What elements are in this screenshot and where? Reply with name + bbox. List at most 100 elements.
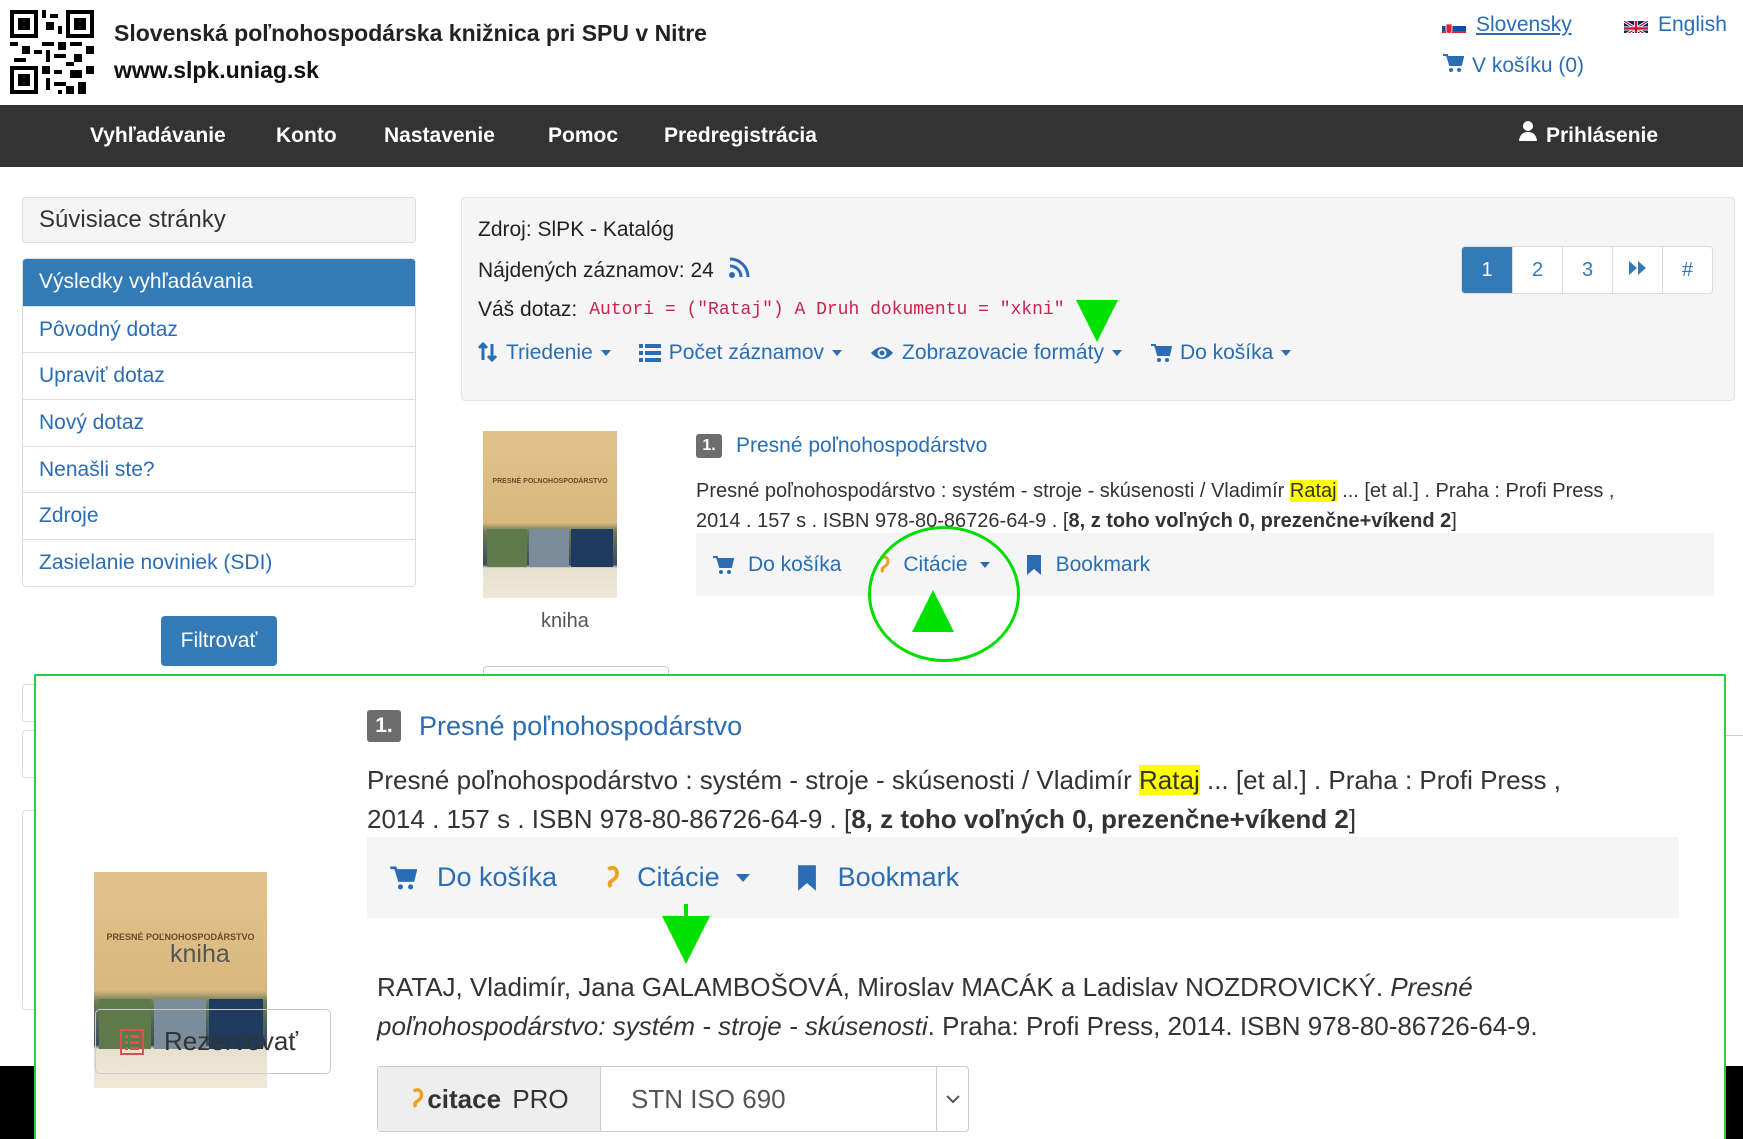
citations-dropdown[interactable]: Citácie — [603, 862, 750, 893]
result-title-link[interactable]: Presné poľnohospodárstvo — [736, 434, 987, 458]
sidebar-item-new-query[interactable]: Nový dotaz — [23, 399, 415, 446]
add-to-cart-button[interactable]: Do košíka — [389, 862, 557, 893]
sidebar-item-edit-query[interactable]: Upraviť dotaz — [23, 352, 415, 399]
eye-icon — [871, 347, 894, 359]
citation-text[interactable]: RATAJ, Vladimír, Jana GALAMBOŠOVÁ, Miros… — [377, 968, 1707, 1046]
display-formats-dropdown[interactable]: Zobrazovacie formáty — [870, 341, 1122, 365]
add-to-cart-label: Do košíka — [437, 862, 558, 892]
citations-label: Citácie — [637, 862, 720, 892]
citation-style-select[interactable]: STN ISO 690 — [601, 1067, 936, 1131]
sidebar-menu: Výsledky vyhľadávania Pôvodný dotaz Upra… — [22, 258, 416, 587]
result-title-link-zoomed[interactable]: Presné poľnohospodárstvo — [419, 711, 742, 742]
divider — [1726, 735, 1743, 736]
sidebar-item-original-query[interactable]: Pôvodný dotaz — [23, 305, 415, 353]
language-english-link[interactable]: English — [1624, 13, 1727, 37]
bookmark-label: Bookmark — [837, 862, 960, 892]
nav-help[interactable]: Pomoc — [548, 105, 618, 167]
citation-style-selector: citace PRO STN ISO 690 — [377, 1066, 969, 1132]
login-link[interactable]: Prihlásenie — [1518, 105, 1658, 167]
caret-down-icon — [600, 350, 611, 356]
bookmark-button[interactable]: Bookmark — [1026, 552, 1151, 577]
language-slovak-link[interactable]: Slovensky — [1442, 13, 1572, 37]
description-text: ] — [1451, 510, 1457, 532]
fast-forward-icon — [1628, 261, 1646, 275]
cart-icon — [713, 555, 734, 574]
page-3[interactable]: 3 — [1562, 247, 1612, 293]
bookmark-label: Bookmark — [1055, 552, 1151, 576]
library-name: Slovenská poľnohospodárska knižnica pri … — [114, 20, 707, 46]
result-number: 1. — [696, 434, 722, 458]
result-toolbar: Triedenie Počet záznamov Zobrazovacie fo… — [478, 341, 1292, 365]
page-jump[interactable]: # — [1662, 247, 1712, 293]
add-to-cart-dropdown[interactable]: Do košíka — [1150, 341, 1292, 365]
caret-down-icon — [832, 350, 843, 356]
nav-preregistration[interactable]: Predregistrácia — [664, 105, 817, 167]
sidebar-item-search-results[interactable]: Výsledky vyhľadávania — [23, 259, 415, 306]
main-navbar: Vyhľadávanie Konto Nastavenie Pomoc Pred… — [0, 105, 1743, 167]
page-1[interactable]: 1 — [1462, 247, 1512, 293]
description-text: Presné poľnohospodárstvo : systém - stro… — [696, 480, 1285, 502]
panel-edge — [22, 730, 34, 778]
description-text: 2014 . 157 s . ISBN 978-80-86726-64-9 . … — [367, 804, 852, 834]
nav-account[interactable]: Konto — [276, 105, 337, 167]
reserve-button[interactable]: Rezervovať — [95, 1009, 331, 1074]
citace-pro-suffix: PRO — [512, 1083, 569, 1114]
cart-icon — [390, 866, 417, 889]
nav-settings[interactable]: Nastavenie — [384, 105, 495, 167]
filter-button[interactable]: Filtrovať — [161, 616, 277, 666]
cart-link[interactable]: V košíku (0) — [1442, 53, 1584, 79]
panel-edge — [22, 684, 34, 722]
sidebar-item-not-found[interactable]: Nenašli ste? — [23, 445, 415, 493]
login-label: Prihlásenie — [1546, 124, 1659, 147]
sort-icon — [478, 342, 498, 363]
rss-icon[interactable] — [728, 257, 750, 285]
result-title-row-zoomed: 1. Presné poľnohospodárstvo — [367, 710, 742, 742]
result-number: 1. — [367, 710, 401, 742]
caret-down-icon — [1281, 350, 1292, 356]
reserve-label: Rezervovať — [164, 1026, 299, 1056]
result-description: Presné poľnohospodárstvo : systém - stro… — [696, 476, 1706, 536]
language-slovak-label: Slovensky — [1476, 13, 1572, 36]
result-description-zoomed: Presné poľnohospodárstvo : systém - stro… — [367, 761, 1707, 839]
uk-flag-icon — [1624, 18, 1648, 33]
records-found-label: Nájdených záznamov: 24 — [478, 259, 714, 282]
sidebar-item-sdi[interactable]: Zasielanie noviniek (SDI) — [23, 539, 415, 586]
citace-brand: citace — [427, 1083, 502, 1114]
dropdown-toggle[interactable] — [936, 1067, 968, 1131]
annotation-arrow-down-zoomed — [662, 916, 710, 964]
records-found: Nájdených záznamov: 24 — [478, 257, 750, 285]
page-forward[interactable] — [1612, 247, 1662, 293]
sort-dropdown[interactable]: Triedenie — [478, 341, 611, 365]
panel-edge — [22, 810, 34, 1010]
citation-title: Presné — [1390, 972, 1473, 1002]
description-text: Presné poľnohospodárstvo : systém - stro… — [367, 765, 1132, 795]
related-pages-heading: Súvisiace stránky — [22, 197, 416, 243]
page-2[interactable]: 2 — [1512, 247, 1562, 293]
description-text: ] — [1348, 804, 1357, 834]
document-type-zoomed: kniha — [170, 940, 230, 968]
cart-icon — [1150, 344, 1172, 362]
author-highlight: Rataj — [1139, 765, 1200, 795]
annotation-arrow-up — [912, 590, 954, 632]
qr-code-icon — [10, 10, 94, 94]
user-icon — [1518, 105, 1538, 167]
result-title-row: 1. Presné poľnohospodárstvo — [696, 434, 987, 458]
citation-icon — [413, 1088, 424, 1108]
pagination: 1 2 3 # — [1461, 246, 1713, 294]
sidebar-item-sources[interactable]: Zdroje — [23, 492, 415, 539]
nav-search[interactable]: Vyhľadávanie — [90, 105, 226, 167]
book-cover-image[interactable]: PRESNÉ POĽNOHOSPODÁRSTVO — [483, 431, 617, 598]
citation-style-value: STN ISO 690 — [631, 1083, 786, 1114]
bookmark-button[interactable]: Bookmark — [796, 862, 960, 893]
description-text: ... [et al.] . Praha : Profi Press , — [1342, 480, 1615, 502]
citace-pro-logo: citace PRO — [378, 1067, 601, 1131]
add-to-cart-button[interactable]: Do košíka — [712, 553, 841, 577]
page-size-dropdown[interactable]: Počet záznamov — [638, 341, 843, 365]
query-row: Váš dotaz: Autori = ("Rataj") A Druh dok… — [478, 298, 1065, 322]
dark-edge — [0, 1066, 34, 1139]
display-formats-label: Zobrazovacie formáty — [902, 341, 1104, 364]
citation-publisher: . Praha: Profi Press, 2014. ISBN 978-80-… — [927, 1011, 1538, 1041]
description-text: ... [et al.] . Praha : Profi Press , — [1206, 765, 1561, 795]
caret-down-icon — [1111, 350, 1122, 356]
availability-text: 8, z toho voľných 0, prezenčne+víkend 2 — [1068, 510, 1452, 532]
